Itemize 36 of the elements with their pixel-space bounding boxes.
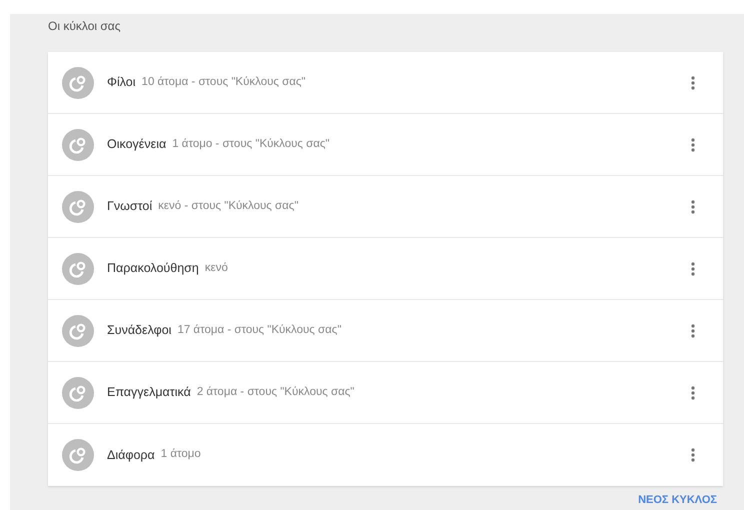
circle-name: Διάφορα (107, 446, 155, 464)
circle-name: Συνάδελφοι (107, 322, 172, 340)
circle-detail: 1 άτομο (160, 447, 201, 462)
circle-detail: κενό (204, 260, 228, 276)
circle-detail: 2 άτομα - στους "Κύκλους σας" (196, 384, 354, 400)
more-vertical-icon (691, 324, 695, 338)
circle-detail: 17 άτομα - στους "Κύκλους σας" (177, 322, 342, 338)
circle-row[interactable]: Φίλοι 10 άτομα - στους "Κύκλους σας" (48, 52, 723, 114)
more-vertical-icon (691, 76, 695, 90)
circle-row[interactable]: Συνάδελφοι 17 άτομα - στους "Κύκλους σας" (48, 300, 723, 362)
circle-detail: 10 άτομα - στους "Κύκλους σας" (142, 74, 306, 90)
circles-icon (62, 376, 94, 408)
circle-detail: κενό - στους "Κύκλους σας" (158, 198, 298, 214)
circle-row[interactable]: Παρακολούθηση κενό (48, 238, 723, 300)
circles-icon (62, 439, 94, 471)
circle-row[interactable]: Οικογένεια 1 άτομο - στους "Κύκλους σας" (48, 114, 723, 176)
circles-icon (62, 66, 94, 98)
more-vertical-icon (691, 138, 695, 152)
circles-icon (62, 190, 94, 222)
circle-detail: 1 άτομο - στους "Κύκλους σας" (172, 136, 330, 152)
circle-name: Επαγγελματικά (107, 384, 191, 402)
circle-row[interactable]: Διάφορα 1 άτομο (48, 424, 723, 486)
more-vertical-icon (691, 386, 695, 400)
section-title: Οι κύκλοι σας (48, 18, 122, 34)
circle-name: Παρακολούθηση (107, 260, 199, 278)
circle-row[interactable]: Επαγγελματικά 2 άτομα - στους "Κύκλους σας" (48, 362, 723, 424)
more-vertical-icon (691, 448, 695, 462)
circle-name: Οικογένεια (107, 136, 166, 154)
circle-name: Γνωστοί (107, 198, 152, 216)
more-vertical-icon (691, 200, 695, 214)
more-vertical-icon (691, 262, 695, 276)
circles-icon (62, 252, 94, 284)
circles-icon (62, 314, 94, 346)
circle-name: Φίλοι (107, 74, 136, 92)
circle-row[interactable]: Γνωστοί κενό - στους "Κύκλους σας" (48, 176, 723, 238)
circles-icon (62, 128, 94, 160)
